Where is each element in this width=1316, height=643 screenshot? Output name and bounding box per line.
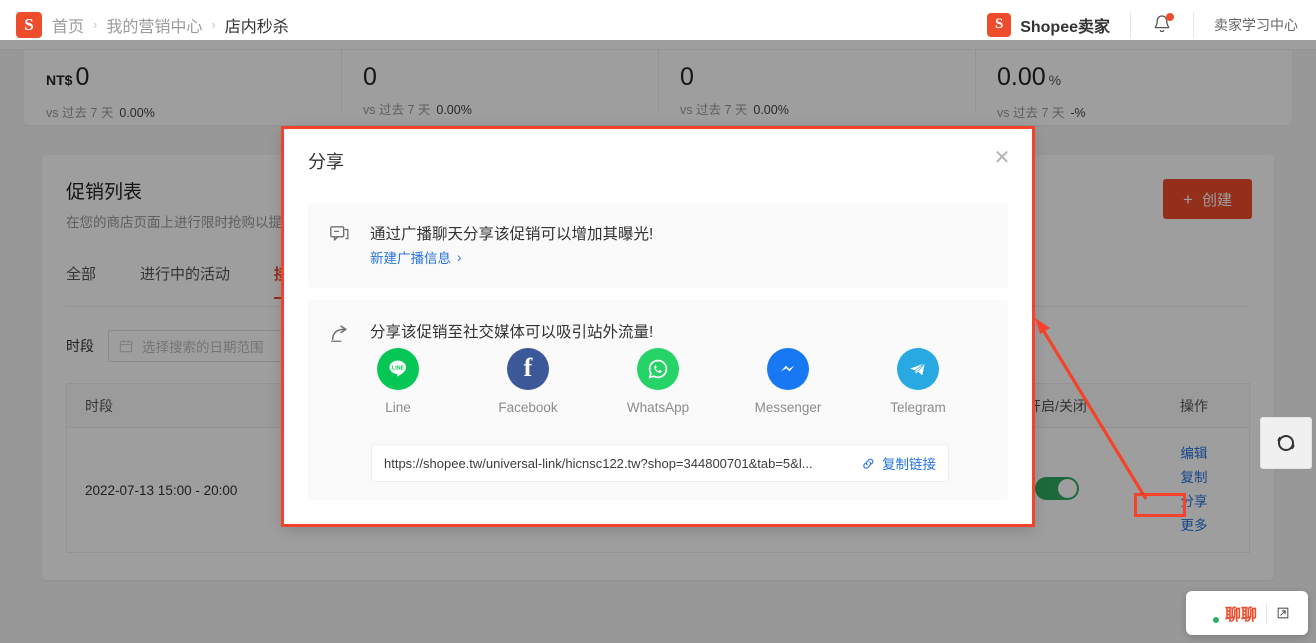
broadcast-headline: 通过广播聊天分享该促销可以增加其曝光! <box>370 222 653 244</box>
breadcrumb: 首页 › 我的营销中心 › 店内秒杀 <box>52 13 289 37</box>
close-icon[interactable]: ✕ <box>991 148 1013 170</box>
brand-block: S Shopee卖家 <box>987 13 1110 37</box>
messenger-icon <box>767 348 809 390</box>
copy-link-button[interactable]: 复制链接 <box>849 453 936 473</box>
share-messenger-label: Messenger <box>738 400 838 415</box>
share-url-field[interactable]: https://shopee.tw/universal-link/hicnsc1… <box>371 444 949 482</box>
share-whatsapp-button[interactable]: WhatsApp <box>608 348 708 415</box>
divider <box>1130 12 1131 38</box>
shopee-logo-icon[interactable]: S <box>16 12 42 38</box>
telegram-icon <box>897 348 939 390</box>
shopee-brand-icon: S <box>987 13 1011 37</box>
divider <box>1193 12 1194 38</box>
share-facebook-button[interactable]: f Facebook <box>478 348 578 415</box>
share-url-text: https://shopee.tw/universal-link/hicnsc1… <box>384 456 849 471</box>
svg-text:LINE: LINE <box>392 365 405 371</box>
broadcast-section: 通过广播聊天分享该促销可以增加其曝光! 新建广播信息 › <box>308 202 1008 288</box>
chat-icon <box>1196 604 1218 622</box>
social-share-section: 分享该促销至社交媒体可以吸引站外流量! LINE Line f Facebook <box>308 300 1008 500</box>
brand-name: Shopee卖家 <box>1020 13 1110 37</box>
seller-learning-center-link[interactable]: 卖家学习中心 <box>1214 15 1298 35</box>
notification-badge <box>1166 13 1174 21</box>
breadcrumb-item-flash-sale: 店内秒杀 <box>225 13 289 37</box>
chevron-right-icon: › <box>457 250 462 265</box>
page-root: NT$0 vs 过去 7 天0.00% 0 vs 过去 7 天0.00% 0 v… <box>0 0 1316 643</box>
online-dot <box>1212 616 1220 624</box>
share-messenger-button[interactable]: Messenger <box>738 348 838 415</box>
chat-widget[interactable]: 聊聊 <box>1186 591 1308 635</box>
create-broadcast-link[interactable]: 新建广播信息 › <box>370 247 462 267</box>
line-icon: LINE <box>377 348 419 390</box>
divider <box>1266 603 1267 623</box>
share-modal: 分享 ✕ 通过广播聊天分享该促销可以增加其曝光! 新建广播信息 › <box>283 128 1033 525</box>
whatsapp-icon <box>637 348 679 390</box>
chat-bubbles-icon <box>329 224 351 246</box>
link-icon <box>861 456 876 471</box>
support-float-button[interactable] <box>1260 417 1312 469</box>
expand-icon[interactable] <box>1276 606 1290 620</box>
share-arrow-icon <box>329 322 351 344</box>
modal-title: 分享 <box>308 148 344 174</box>
share-whatsapp-label: WhatsApp <box>608 400 708 415</box>
breadcrumb-item-home[interactable]: 首页 <box>52 13 84 37</box>
facebook-icon: f <box>507 348 549 390</box>
social-headline: 分享该促销至社交媒体可以吸引站外流量! <box>370 320 653 342</box>
copy-link-label: 复制链接 <box>882 453 936 473</box>
chat-label: 聊聊 <box>1225 601 1257 625</box>
share-telegram-label: Telegram <box>868 400 968 415</box>
share-facebook-label: Facebook <box>478 400 578 415</box>
chevron-right-icon: › <box>93 17 97 32</box>
notification-bell-button[interactable] <box>1151 13 1173 37</box>
chevron-right-icon: › <box>211 17 215 32</box>
headset-icon <box>1273 430 1299 456</box>
share-line-button[interactable]: LINE Line <box>348 348 448 415</box>
share-telegram-button[interactable]: Telegram <box>868 348 968 415</box>
share-line-label: Line <box>348 400 448 415</box>
social-channel-list: LINE Line f Facebook <box>348 348 968 415</box>
breadcrumb-item-marketing-center[interactable]: 我的营销中心 <box>106 13 202 37</box>
create-broadcast-label: 新建广播信息 <box>370 247 451 267</box>
